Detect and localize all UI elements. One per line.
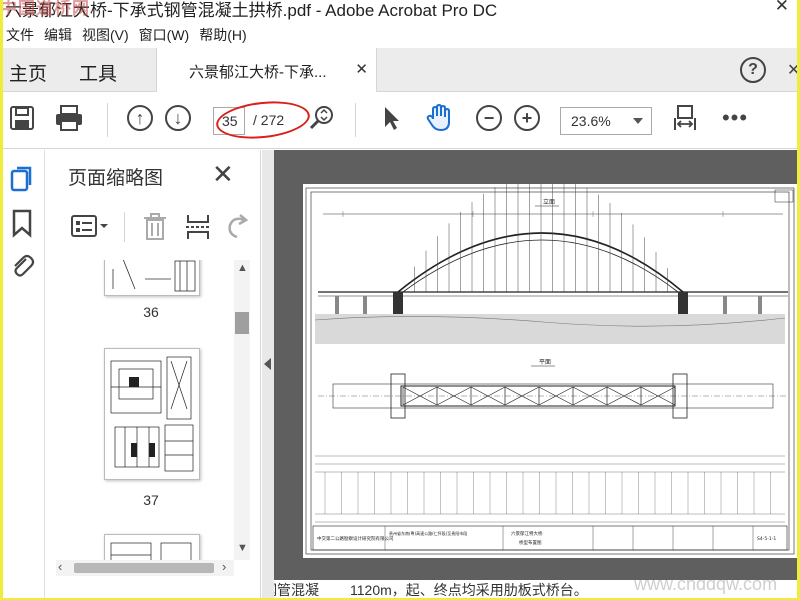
previous-page-icon[interactable]: ↑ <box>125 103 155 133</box>
thumbnail-page-number: 36 <box>143 304 159 320</box>
options-icon[interactable] <box>70 212 110 247</box>
elevation-title: 立面 <box>543 198 555 206</box>
bottom-text-middle: 1120m，起、终点均采用肋板式桥台。 <box>350 582 588 598</box>
scrollbar-thumb[interactable] <box>74 563 214 573</box>
page-thumbnail-36[interactable] <box>104 260 200 296</box>
drawing-title: 六景郁江特大桥 <box>511 530 543 537</box>
print-icon[interactable] <box>54 103 84 133</box>
scroll-down-icon[interactable]: ▼ <box>237 542 248 554</box>
help-icon[interactable]: ? <box>740 57 766 83</box>
menu-bar: 文件 编辑 视图(V) 窗口(W) 帮助(H) <box>3 22 254 46</box>
zoom-select[interactable]: 23.6% <box>560 107 652 135</box>
trash-icon[interactable] <box>142 212 168 247</box>
tab-document-label: 六景郁江大桥-下承... <box>189 64 327 81</box>
attachment-icon[interactable] <box>9 250 37 280</box>
tab-close-icon[interactable]: ✕ <box>355 60 368 78</box>
red-annotation-oval <box>214 97 312 143</box>
next-page-icon[interactable]: ↓ <box>163 103 193 133</box>
tab-document[interactable]: 六景郁江大桥-下承... ✕ <box>156 48 377 92</box>
menu-file[interactable]: 文件 <box>3 22 41 46</box>
toolbar: ↑ ↓ 35 / 272 − + 23.6% ••• <box>3 93 797 149</box>
panel-title: 页面缩略图 <box>68 168 164 189</box>
pane-splitter[interactable] <box>262 150 274 598</box>
chevron-down-icon <box>633 118 643 124</box>
zoom-value: 23.6% <box>571 113 611 129</box>
thumbnail-toolbar <box>46 208 261 248</box>
menu-help[interactable]: 帮助(H) <box>196 22 253 46</box>
tab-home[interactable]: 主页 <box>9 59 47 86</box>
thumbnail-panel: 页面缩略图 ✕ 36 37 ▲ ▼ ‹ › <box>46 150 261 598</box>
pdf-page: 立面 平面 中交第二公路勘察设计研究院有限公司 贵州省东南(粤)高速公路(仁怀段… <box>303 175 797 558</box>
scroll-right-icon[interactable]: › <box>222 559 226 574</box>
toolbar-separator <box>355 103 356 137</box>
insert-pages-icon[interactable] <box>184 212 212 247</box>
fit-width-icon[interactable] <box>670 103 700 133</box>
watermark-logo: 中国道桥网 <box>3 0 90 18</box>
window-close-icon[interactable]: ✕ <box>775 0 789 16</box>
bottom-text-strip: 千岛湖252m上承式钢管混凝 1120m，起、终点均采用肋板式桥台。 www.c… <box>274 580 797 598</box>
zoom-in-icon[interactable]: + <box>512 103 542 133</box>
watermark-url: www.cnddqw.com <box>634 580 778 594</box>
thumbnail-page-number: 37 <box>143 492 159 508</box>
menu-window[interactable]: 窗口(W) <box>136 22 197 46</box>
hand-tool-icon[interactable] <box>424 103 454 133</box>
rotate-icon[interactable] <box>224 212 250 247</box>
more-tools-icon[interactable]: ••• <box>720 103 750 133</box>
page-thumbnail-37[interactable] <box>104 348 200 480</box>
collapse-left-icon[interactable] <box>264 358 271 370</box>
menu-edit[interactable]: 编辑 <box>41 22 79 46</box>
plan-title: 平面 <box>539 359 551 366</box>
drawing-subtitle: 桥型布置图 <box>519 539 542 546</box>
scrollbar-thumb[interactable] <box>235 312 249 334</box>
scroll-left-icon[interactable]: ‹ <box>58 559 62 574</box>
thumbnail-horizontal-scrollbar[interactable]: ‹ › <box>56 559 234 576</box>
project-name: 贵州省东南(粤)高速公路(仁怀段)至贵阳市段 <box>389 530 467 536</box>
app-window: 六景郁江大桥-下承式钢管混凝土拱桥.pdf - Adobe Acrobat Pr… <box>3 0 797 598</box>
bridge-drawing: 立面 平面 中交第二公路勘察设计研究院有限公司 贵州省东南(粤)高速公路(仁怀段… <box>305 175 795 555</box>
toolbar-separator <box>107 103 108 137</box>
zoom-out-icon[interactable]: − <box>474 103 504 133</box>
title-bar: 六景郁江大桥-下承式钢管混凝土拱桥.pdf - Adobe Acrobat Pr… <box>3 0 797 20</box>
zoom-page-icon[interactable] <box>306 103 336 133</box>
save-icon[interactable] <box>7 103 37 133</box>
toolbar-separator <box>124 212 125 242</box>
page-thumbnails-icon[interactable] <box>9 164 37 194</box>
company-name: 中交第二公路勘察设计研究院有限公司 <box>317 535 394 542</box>
sheet-number: S4-5-1-1 <box>757 536 776 542</box>
bookmark-icon[interactable] <box>9 208 37 238</box>
tab-tools[interactable]: 工具 <box>79 59 117 86</box>
tab-bar: 主页 工具 六景郁江大桥-下承... ✕ ? ✕ <box>3 48 797 92</box>
thumbnail-vertical-scrollbar[interactable]: ▲ ▼ <box>234 260 250 560</box>
document-view[interactable]: 立面 平面 中交第二公路勘察设计研究院有限公司 贵州省东南(粤)高速公路(仁怀段… <box>274 150 797 598</box>
panel-close-icon[interactable]: ✕ <box>787 60 797 80</box>
menu-view[interactable]: 视图(V) <box>79 22 136 46</box>
scroll-up-icon[interactable]: ▲ <box>237 262 248 274</box>
select-arrow-icon[interactable] <box>376 103 406 133</box>
left-rail <box>3 150 45 598</box>
thumbnail-list: 36 37 <box>46 260 234 565</box>
bottom-text-left: 千岛湖252m上承式钢管混凝 <box>274 582 320 598</box>
close-icon[interactable]: ✕ <box>212 159 234 190</box>
